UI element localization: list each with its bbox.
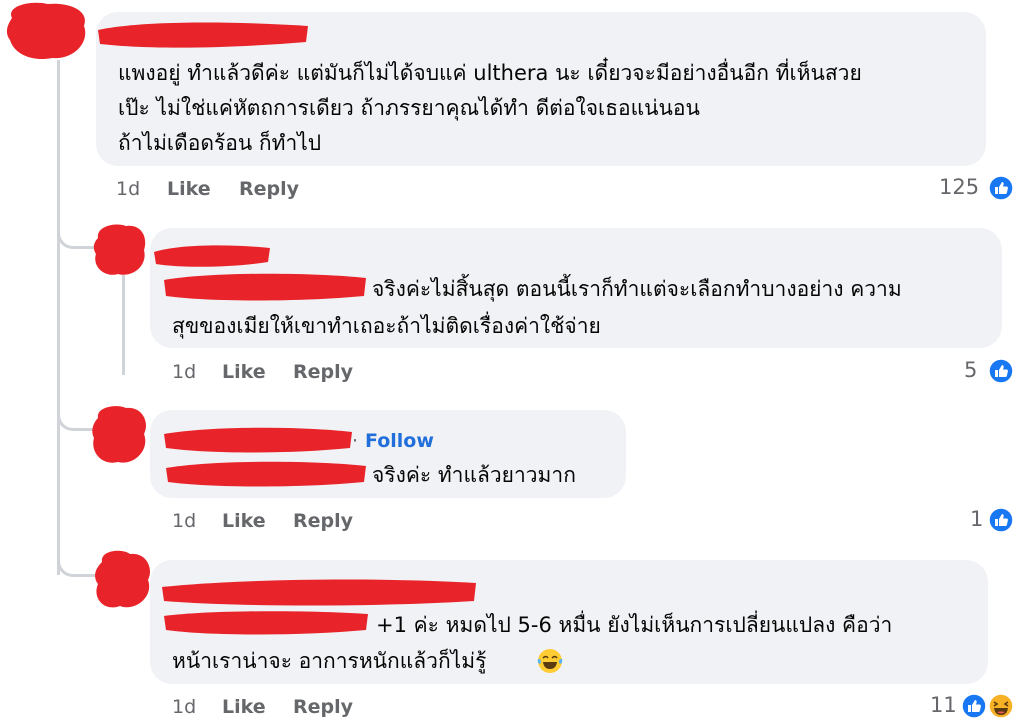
comment-text-line: สุขของเมียให้เขาทำเถอะถ้าไม่ติดเรื่องค่า… — [172, 314, 601, 338]
like-button[interactable]: Like — [222, 361, 266, 383]
redacted-name — [162, 579, 476, 606]
reply-button[interactable]: Reply — [239, 178, 299, 200]
reaction-count[interactable]: 1 — [970, 507, 983, 531]
thread-line-reply — [122, 275, 125, 375]
comment-text-line: เป๊ะ ไม่ใช่แค่หัตถการเดียว ถ้าภรรยาคุณได… — [118, 96, 700, 120]
like-button[interactable]: Like — [222, 510, 266, 532]
laughing-tears-emoji — [537, 649, 563, 673]
avatar[interactable] — [92, 222, 148, 278]
reply-button[interactable]: Reply — [293, 510, 353, 532]
redacted-tag — [166, 461, 366, 487]
comment-text-line: หน้าเราน่าจะ อาการหนักแล้วก็ไม่รู้ — [172, 649, 487, 673]
timestamp[interactable]: 1d — [172, 510, 196, 532]
redacted-name — [154, 245, 270, 267]
like-icon — [988, 175, 1014, 201]
comment-text-line: ถ้าไม่เดือดร้อน ก็ทำไป — [118, 131, 322, 155]
redacted-tag — [164, 611, 368, 635]
like-icon — [961, 693, 987, 719]
avatar[interactable] — [92, 548, 154, 612]
reply-button[interactable]: Reply — [293, 696, 353, 718]
follow-button[interactable]: Follow — [365, 430, 434, 452]
like-button[interactable]: Like — [167, 178, 211, 200]
timestamp[interactable]: 1d — [172, 361, 196, 383]
haha-icon — [988, 693, 1014, 719]
like-button[interactable]: Like — [222, 696, 266, 718]
reaction-count[interactable]: 11 — [930, 693, 957, 717]
redacted-tag — [164, 273, 366, 301]
avatar[interactable] — [4, 0, 90, 62]
timestamp[interactable]: 1d — [116, 178, 140, 200]
comment-text-line: จริงค่ะไม่สิ้นสุด ตอนนี้เราก็ทำแต่จะเลือ… — [372, 277, 902, 301]
comment-text-line: +1 ค่ะ หมดไป 5-6 หมื่น ยังไม่เห็นการเปลี… — [376, 613, 893, 637]
like-icon — [988, 507, 1014, 533]
timestamp[interactable]: 1d — [172, 696, 196, 718]
thread-line-main — [57, 60, 60, 575]
comment-text-line: แพงอยู่ ทำแล้วดีค่ะ แต่มันก็ไม่ได้จบแค่ … — [118, 61, 862, 85]
redacted-name — [98, 22, 308, 48]
reaction-count[interactable]: 125 — [939, 175, 979, 199]
separator-dot: · — [352, 430, 359, 452]
like-icon — [988, 358, 1014, 384]
comment-text-line: จริงค่ะ ทำแล้วยาวมาก — [372, 463, 576, 487]
redacted-name — [164, 427, 352, 453]
avatar[interactable] — [90, 404, 150, 466]
reply-button[interactable]: Reply — [293, 361, 353, 383]
reaction-count[interactable]: 5 — [964, 358, 977, 382]
